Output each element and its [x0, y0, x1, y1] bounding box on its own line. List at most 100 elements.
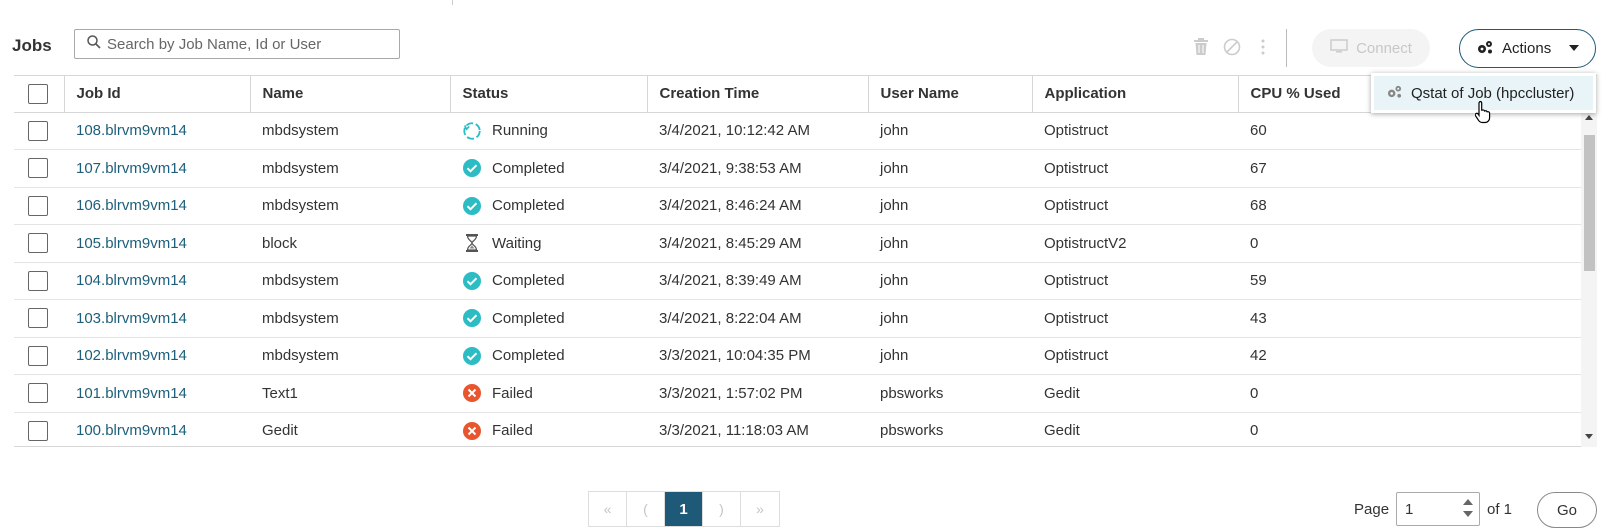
job-id-cell: 101.blrvm9vm14	[64, 374, 250, 413]
row-checkbox[interactable]	[28, 233, 48, 254]
status-label: Failed	[492, 384, 533, 402]
row-checkbox[interactable]	[28, 158, 48, 179]
stepper-up-icon[interactable]	[1463, 499, 1473, 505]
job-id-cell: 102.blrvm9vm14	[64, 337, 250, 375]
job-name-cell: mbdsystem	[250, 149, 450, 188]
status-cell: Completed	[450, 262, 647, 300]
column-header-name[interactable]: Name	[249, 76, 450, 113]
last-page-button[interactable]: »	[741, 492, 779, 526]
x-circle-icon	[462, 421, 482, 441]
job-id-link[interactable]: 100.blrvm9vm14	[76, 422, 187, 439]
job-id-link[interactable]: 106.blrvm9vm14	[76, 197, 187, 214]
table-row[interactable]: 102.blrvm9vm14 mbdsystem Completed 3/3/2021…	[14, 337, 1582, 375]
user-name-cell: john	[868, 112, 1032, 150]
cpu-used-cell: 59	[1238, 262, 1582, 300]
job-id-cell: 103.blrvm9vm14	[64, 299, 250, 338]
application-cell: OptistructV2	[1032, 224, 1238, 263]
status-cell: Completed	[450, 299, 647, 338]
creation-time-cell: 3/3/2021, 1:57:02 PM	[647, 374, 868, 413]
job-id-link[interactable]: 108.blrvm9vm14	[76, 122, 187, 139]
table-row[interactable]: 107.blrvm9vm14 mbdsystem Completed 3/4/2021…	[14, 149, 1582, 188]
hand-cursor-icon	[1474, 100, 1493, 128]
go-button[interactable]: Go	[1537, 492, 1597, 528]
job-id-link[interactable]: 104.blrvm9vm14	[76, 272, 187, 289]
search-icon	[87, 35, 101, 53]
pagination: « ( 1 ) »	[588, 491, 780, 527]
table-row[interactable]: 100.blrvm9vm14 Gedit Failed 3/3/2021, 11:18…	[14, 412, 1582, 446]
table-row[interactable]: 103.blrvm9vm14 mbdsystem Completed 3/4/2021…	[14, 299, 1582, 338]
prev-page-button[interactable]: (	[627, 492, 665, 526]
creation-time-cell: 3/4/2021, 8:22:04 AM	[647, 299, 868, 338]
job-id-link[interactable]: 105.blrvm9vm14	[76, 235, 187, 252]
job-id-link[interactable]: 101.blrvm9vm14	[76, 385, 187, 402]
actions-button[interactable]: Actions	[1459, 29, 1596, 68]
check-circle-icon	[462, 346, 482, 366]
job-name-cell: Text1	[250, 374, 450, 413]
row-checkbox[interactable]	[28, 120, 48, 141]
application-cell: Optistruct	[1032, 112, 1238, 150]
row-checkbox[interactable]	[28, 270, 48, 291]
stepper-down-icon[interactable]	[1463, 511, 1473, 517]
select-all-checkbox[interactable]	[28, 83, 48, 104]
application-cell: Optistruct	[1032, 262, 1238, 300]
cpu-used-cell: 0	[1238, 412, 1582, 446]
user-name-cell: john	[868, 187, 1032, 225]
application-cell: Optistruct	[1032, 299, 1238, 338]
search-input[interactable]	[107, 35, 387, 53]
column-header-status[interactable]: Status	[449, 76, 647, 113]
column-header-user-name[interactable]: User Name	[867, 76, 1032, 113]
creation-time-cell: 3/3/2021, 11:18:03 AM	[647, 412, 868, 446]
block-icon[interactable]	[1222, 36, 1242, 58]
table-row[interactable]: 108.blrvm9vm14 mbdsystem Running 3/4/2021, …	[14, 112, 1582, 150]
current-page-button[interactable]: 1	[665, 492, 703, 526]
page-stepper[interactable]	[1463, 499, 1473, 517]
table-header-row: Job Id Name Status Creation Time User Na…	[14, 76, 1582, 113]
table-row[interactable]: 104.blrvm9vm14 mbdsystem Completed 3/4/2021…	[14, 262, 1582, 300]
column-header-job-id[interactable]: Job Id	[63, 76, 250, 113]
table-scrollbar[interactable]	[1581, 111, 1597, 447]
job-id-cell: 107.blrvm9vm14	[64, 149, 250, 188]
table-row[interactable]: 101.blrvm9vm14 Text1 Failed 3/3/2021, 1:57:…	[14, 374, 1582, 413]
row-checkbox[interactable]	[28, 195, 48, 216]
column-header-application[interactable]: Application	[1031, 76, 1238, 113]
trash-icon[interactable]	[1191, 36, 1211, 58]
column-header-creation-time[interactable]: Creation Time	[646, 76, 868, 113]
status-cell: Completed	[450, 149, 647, 188]
jobs-table: Job Id Name Status Creation Time User Na…	[14, 75, 1597, 447]
header-divider	[452, 0, 453, 5]
cpu-used-cell: 43	[1238, 299, 1582, 338]
table-row[interactable]: 105.blrvm9vm14 block Waiting 3/4/2021, 8:45…	[14, 224, 1582, 263]
job-id-cell: 100.blrvm9vm14	[64, 412, 250, 446]
scroll-thumb[interactable]	[1584, 135, 1595, 271]
row-select-cell	[14, 112, 64, 150]
row-checkbox[interactable]	[28, 345, 48, 366]
row-checkbox[interactable]	[28, 308, 48, 329]
status-cell: Running	[450, 112, 647, 150]
status-cell: Completed	[450, 187, 647, 225]
row-checkbox[interactable]	[28, 420, 48, 441]
status-cell: Waiting	[450, 224, 647, 263]
cpu-used-cell: 68	[1238, 187, 1582, 225]
job-id-cell: 105.blrvm9vm14	[64, 224, 250, 263]
job-id-link[interactable]: 103.blrvm9vm14	[76, 310, 187, 327]
creation-time-cell: 3/4/2021, 10:12:42 AM	[647, 112, 868, 150]
hourglass-icon	[462, 233, 482, 253]
table-row[interactable]: 106.blrvm9vm14 mbdsystem Completed 3/4/2021…	[14, 187, 1582, 225]
row-select-cell	[14, 187, 64, 225]
row-checkbox[interactable]	[28, 383, 48, 404]
search-box[interactable]	[74, 29, 400, 59]
job-name-cell: mbdsystem	[250, 262, 450, 300]
creation-time-cell: 3/4/2021, 8:46:24 AM	[647, 187, 868, 225]
scroll-up-arrow-icon[interactable]	[1585, 115, 1593, 120]
scroll-down-arrow-icon[interactable]	[1585, 434, 1593, 439]
actions-label: Actions	[1502, 40, 1552, 57]
job-id-link[interactable]: 107.blrvm9vm14	[76, 160, 187, 177]
job-id-link[interactable]: 102.blrvm9vm14	[76, 347, 187, 364]
kebab-icon[interactable]	[1253, 36, 1273, 58]
next-page-button[interactable]: )	[703, 492, 741, 526]
first-page-button[interactable]: «	[589, 492, 627, 526]
connect-button[interactable]: Connect	[1312, 29, 1430, 67]
page-number-input[interactable]: 1	[1396, 492, 1480, 526]
chevron-down-icon	[1569, 45, 1579, 51]
application-cell: Optistruct	[1032, 337, 1238, 375]
